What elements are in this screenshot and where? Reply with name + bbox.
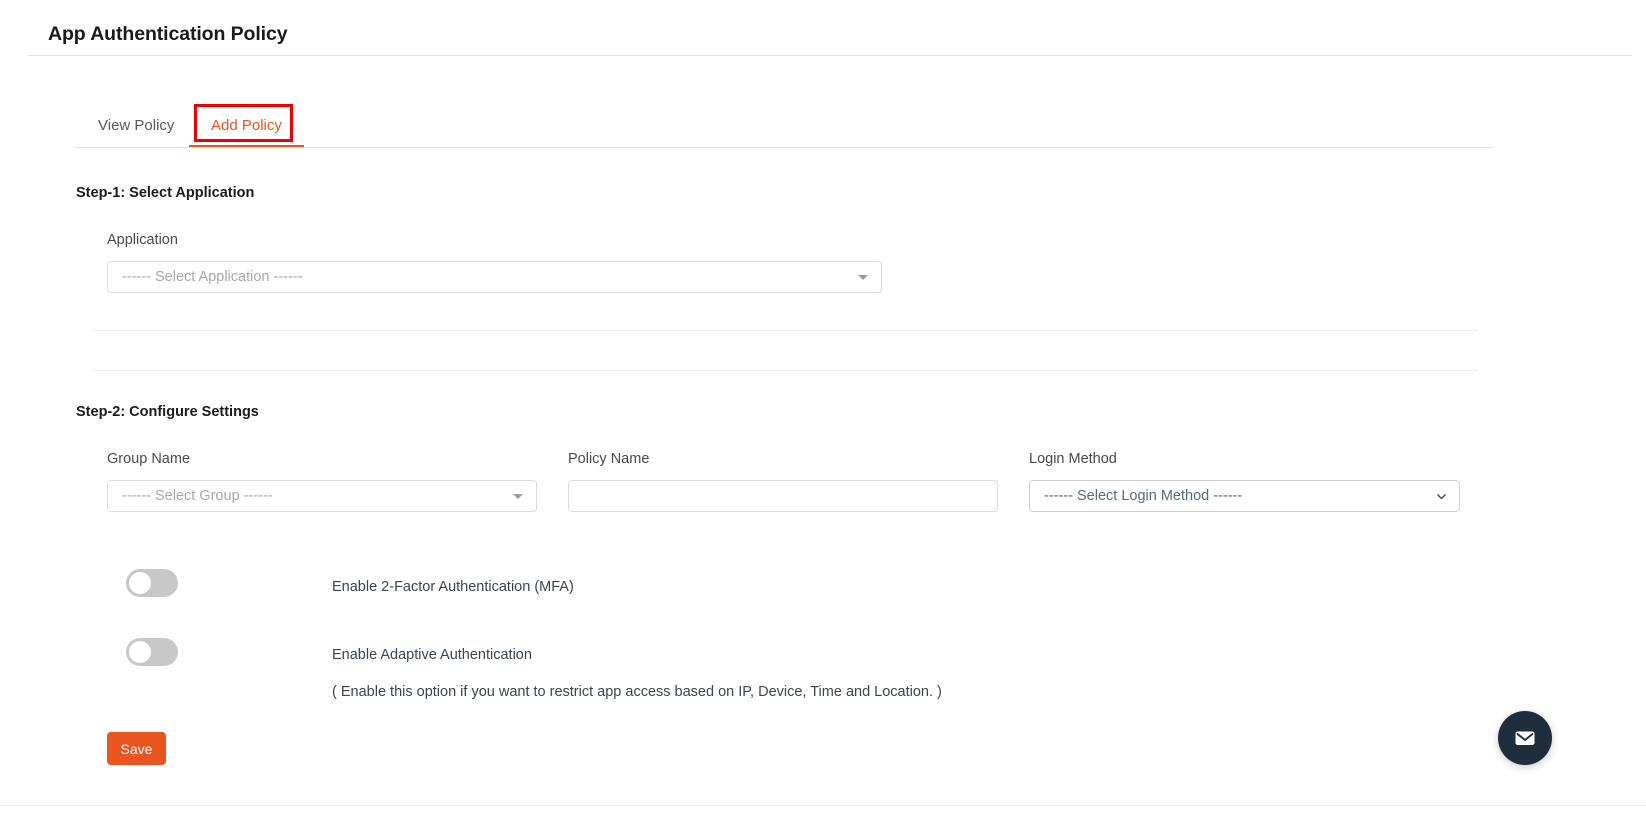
- section-divider-bottom: [93, 370, 1478, 371]
- application-select[interactable]: ------ Select Application ------: [107, 261, 882, 293]
- group-name-label: Group Name: [107, 451, 191, 467]
- policy-tabs: View Policy Add Policy: [76, 104, 1492, 148]
- adaptive-authentication-helper-text: ( Enable this option if you want to rest…: [332, 684, 942, 700]
- chevron-down-icon: [858, 274, 868, 280]
- policy-name-input[interactable]: [568, 480, 998, 512]
- group-name-select[interactable]: ------ Select Group ------: [107, 480, 537, 512]
- chat-widget-button[interactable]: [1498, 711, 1552, 765]
- step-1-heading: Step-1: Select Application: [76, 185, 255, 201]
- tabs-divider: [76, 147, 1492, 148]
- application-label: Application: [107, 232, 178, 248]
- page-title: App Authentication Policy: [48, 23, 288, 45]
- envelope-icon: [1512, 725, 1538, 751]
- section-divider-top: [93, 330, 1478, 331]
- tab-add-policy-label: Add Policy: [211, 117, 282, 134]
- login-method-label: Login Method: [1029, 451, 1117, 467]
- tab-view-policy-label: View Policy: [98, 117, 175, 134]
- toggle-adaptive-authentication-label: Enable Adaptive Authentication: [332, 647, 532, 663]
- toggle-knob: [129, 572, 151, 594]
- chevron-down-icon: [513, 493, 523, 499]
- group-name-select-value: ------ Select Group ------: [122, 488, 273, 504]
- login-method-select-value: ------ Select Login Method ------: [1044, 488, 1243, 504]
- toggle-knob: [129, 641, 151, 663]
- header-divider: [28, 55, 1632, 56]
- page-header: App Authentication Policy: [0, 0, 1646, 56]
- tab-view-policy[interactable]: View Policy: [76, 104, 196, 147]
- login-method-select[interactable]: ------ Select Login Method ------: [1029, 480, 1460, 512]
- toggle-mfa[interactable]: [126, 569, 178, 597]
- save-button[interactable]: Save: [107, 732, 166, 765]
- chevron-down-icon: [1436, 491, 1447, 502]
- bottom-divider: [0, 805, 1646, 806]
- step-2-heading: Step-2: Configure Settings: [76, 404, 259, 420]
- application-select-value: ------ Select Application ------: [122, 269, 303, 285]
- toggle-mfa-label: Enable 2-Factor Authentication (MFA): [332, 579, 574, 595]
- policy-name-label: Policy Name: [568, 451, 650, 467]
- toggle-adaptive-authentication[interactable]: [126, 638, 178, 666]
- app-authentication-policy-page: App Authentication Policy View Policy Ad…: [0, 0, 1646, 822]
- tab-add-policy[interactable]: Add Policy: [189, 104, 304, 147]
